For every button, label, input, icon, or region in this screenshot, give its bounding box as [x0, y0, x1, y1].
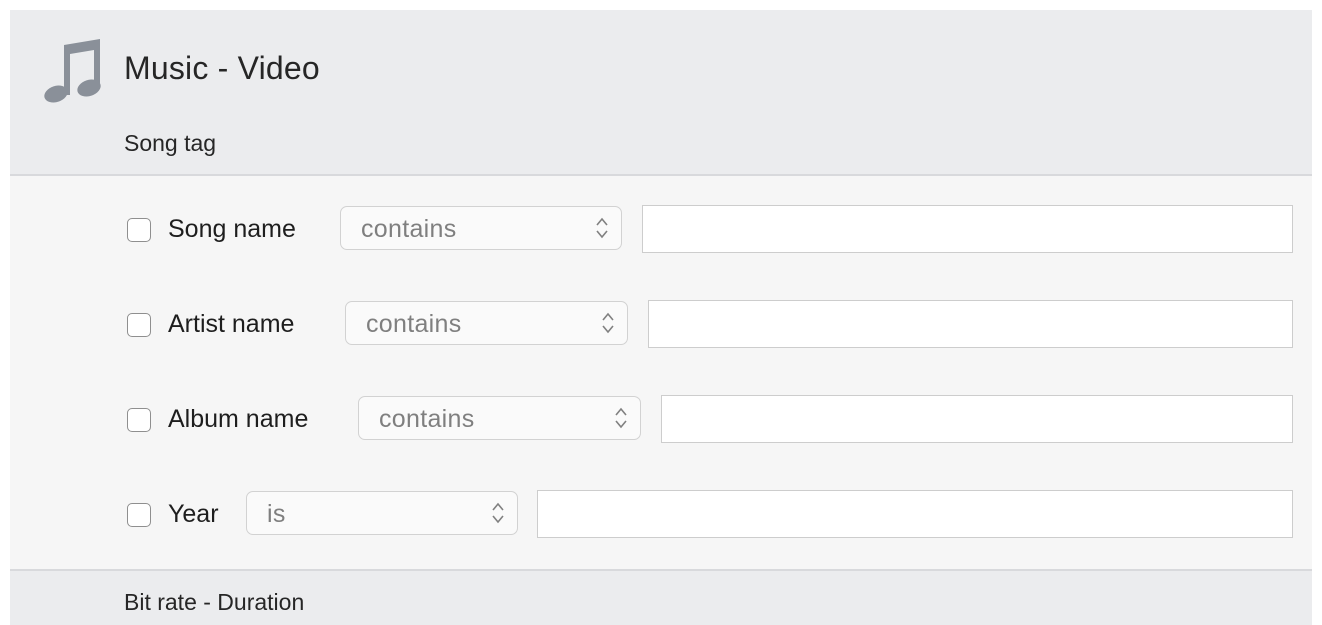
year-label: Year: [168, 500, 219, 528]
song-tag-section: Song name contains Artist name contains: [10, 176, 1312, 569]
search-panel: Music - Video Song tag Song name contain…: [10, 10, 1312, 625]
artist-name-checkbox[interactable]: [127, 313, 151, 337]
filter-row-year: Year is: [10, 490, 1312, 544]
song-name-label: Song name: [168, 215, 296, 243]
artist-name-input[interactable]: [648, 300, 1293, 348]
chevron-up-down-icon: [602, 312, 614, 334]
chevron-up-down-icon: [492, 502, 504, 524]
year-operator-value: is: [267, 500, 286, 528]
artist-name-operator-select[interactable]: contains: [345, 301, 628, 345]
album-name-operator-select[interactable]: contains: [358, 396, 641, 440]
year-input[interactable]: [537, 490, 1293, 538]
year-checkbox[interactable]: [127, 503, 151, 527]
chevron-up-down-icon: [615, 407, 627, 429]
section-heading-bit-rate-duration: Bit rate - Duration: [124, 589, 305, 615]
chevron-up-down-icon: [596, 217, 608, 239]
panel-title: Music - Video: [124, 50, 320, 86]
music-note-icon: [44, 39, 101, 103]
song-name-operator-value: contains: [361, 215, 457, 243]
filter-row-artist-name: Artist name contains: [10, 300, 1312, 354]
section-heading-song-tag: Song tag: [124, 130, 217, 156]
album-name-label: Album name: [168, 405, 309, 433]
artist-name-label: Artist name: [168, 310, 295, 338]
panel-header: Music - Video Song tag: [10, 10, 1312, 176]
song-name-operator-select[interactable]: contains: [340, 206, 622, 250]
artist-name-operator-value: contains: [366, 310, 462, 338]
song-name-checkbox[interactable]: [127, 218, 151, 242]
album-name-checkbox[interactable]: [127, 408, 151, 432]
album-name-operator-value: contains: [379, 405, 475, 433]
filter-row-album-name: Album name contains: [10, 395, 1312, 449]
year-operator-select[interactable]: is: [246, 491, 518, 535]
song-name-input[interactable]: [642, 205, 1293, 253]
filter-row-song-name: Song name contains: [10, 205, 1312, 259]
bit-rate-duration-section: Bit rate - Duration: [10, 569, 1312, 625]
album-name-input[interactable]: [661, 395, 1293, 443]
